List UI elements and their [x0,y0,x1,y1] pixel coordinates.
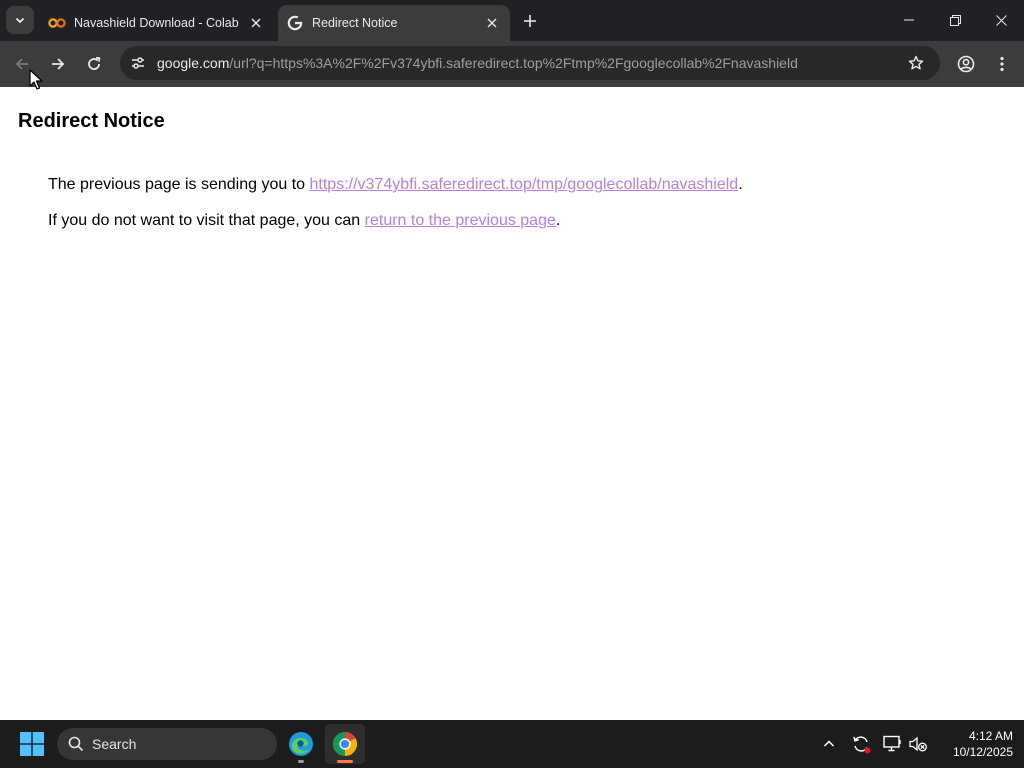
chevron-up-icon [823,740,835,747]
search-icon [68,736,84,752]
close-tab-icon[interactable] [246,13,266,33]
tab-colab[interactable]: Navashield Download - Colab [40,5,274,41]
arrow-left-icon [15,58,28,70]
url-path: /url?q=https%3A%2F%2Fv374ybfi.saferedire… [229,55,798,71]
search-label: Search [92,736,137,752]
volume-tray-button[interactable] [906,732,930,756]
taskbar: Search 4:12 AM 10/12/2025 [0,720,1024,768]
edge-icon [289,732,313,756]
close-tab-icon[interactable] [482,13,502,33]
start-button[interactable] [16,730,48,758]
arrow-right-icon [52,58,65,70]
redirect-text: The previous page is sending you to [48,176,310,193]
plus-icon [524,15,536,27]
tab-title: Redirect Notice [312,16,398,30]
redirect-message: The previous page is sending you to http… [48,176,743,194]
edge-app[interactable] [281,724,321,764]
clock-time: 4:12 AM [968,729,1013,743]
bookmark-button[interactable] [902,49,930,77]
tune-icon [132,57,144,69]
period: . [738,176,743,193]
windows-icon [20,732,44,756]
period: . [555,212,561,229]
clock-date: 10/12/2025 [952,745,1013,759]
sync-icon [853,736,871,754]
monitor-icon [883,735,901,752]
taskbar-search[interactable]: Search [57,728,277,760]
sync-tray-button[interactable] [849,732,873,756]
close-icon [995,14,1007,26]
url-text[interactable]: google.com/url?q=https%3A%2F%2Fv374ybfi.… [157,46,798,80]
show-hidden-icons-button[interactable] [817,732,841,756]
colab-icon [48,15,66,31]
reload-button[interactable] [78,48,110,80]
forward-button[interactable] [42,48,74,80]
restore-button[interactable] [932,0,978,40]
speaker-muted-icon [909,736,927,752]
app-indicator [337,760,353,763]
chrome-icon [332,732,358,756]
site-info-button[interactable] [124,49,152,77]
chrome-app[interactable] [325,724,365,764]
display-tray-button[interactable] [881,732,905,756]
return-text: If you do not want to visit that page, y… [48,212,365,229]
new-tab-button[interactable] [518,9,542,33]
page-content: Redirect Notice The previous page is sen… [0,87,1024,720]
destination-link[interactable]: https://v374ybfi.saferedirect.top/tmp/go… [310,176,739,193]
google-icon [286,15,304,31]
profile-button[interactable] [950,48,982,80]
address-bar[interactable]: google.com/url?q=https%3A%2F%2Fv374ybfi.… [120,46,940,80]
url-host: google.com [157,55,230,71]
return-message: If you do not want to visit that page, y… [48,212,560,230]
tab-search-button[interactable] [6,6,34,34]
star-icon [908,55,924,70]
page-title: Redirect Notice [18,110,165,132]
minimize-icon [904,19,914,21]
restore-icon [949,14,961,26]
account-circle-icon [957,55,975,73]
chevron-down-icon [15,17,25,24]
tab-redirect-notice[interactable]: Redirect Notice [278,5,510,41]
system-clock[interactable]: 4:12 AM 10/12/2025 [935,728,1013,760]
return-link[interactable]: return to the previous page [365,212,556,229]
reload-icon [88,56,101,70]
app-indicator [298,760,304,763]
minimize-button[interactable] [886,0,932,40]
menu-button[interactable] [986,48,1018,80]
more-vert-icon [1000,56,1004,72]
tab-strip: Navashield Download - Colab Redirect Not… [0,0,1024,41]
tab-title: Navashield Download - Colab [74,16,239,30]
close-window-button[interactable] [978,0,1024,40]
mouse-pointer-icon [29,69,43,90]
browser-toolbar: google.com/url?q=https%3A%2F%2Fv374ybfi.… [0,41,1024,87]
